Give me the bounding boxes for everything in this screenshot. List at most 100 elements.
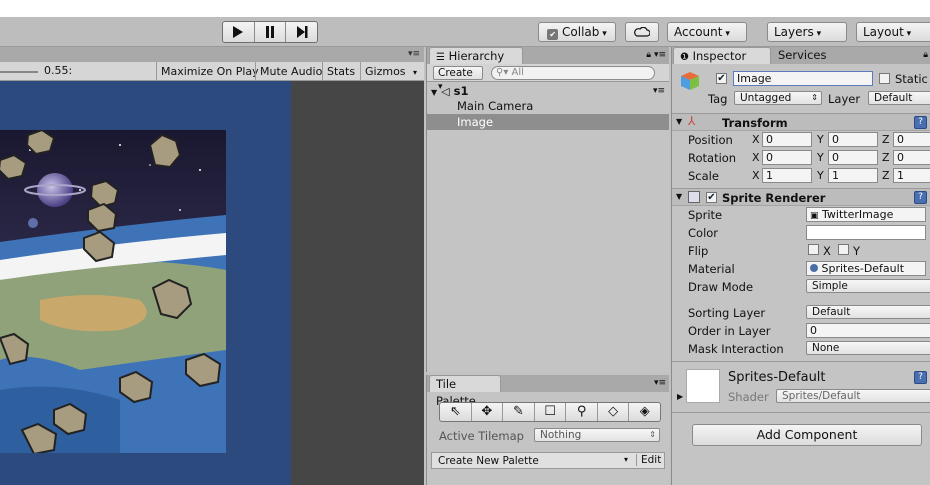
move-tool-icon[interactable]: ✥: [472, 403, 504, 421]
edit-button[interactable]: Edit: [636, 454, 661, 466]
scale-x-field[interactable]: 1: [762, 168, 812, 183]
mask-interaction-dropdown[interactable]: None: [806, 341, 930, 355]
tab-inspector[interactable]: ❶ Inspector: [673, 47, 771, 64]
object-name-input[interactable]: Image: [733, 71, 873, 86]
hierarchy-item-main-camera[interactable]: Main Camera: [427, 98, 669, 114]
scene-row[interactable]: ▼ ◁ s1 ▾≡: [427, 83, 669, 99]
fill-tool-icon[interactable]: ◈: [629, 403, 660, 421]
add-component-button[interactable]: Add Component: [692, 424, 922, 446]
check-cloud-icon: ✔: [547, 29, 559, 40]
panel-menu-icon[interactable]: ▾≡: [654, 50, 666, 60]
tag-dropdown[interactable]: Untagged ⇕: [734, 91, 822, 105]
cloud-button[interactable]: [625, 22, 659, 42]
hierarchy-panel: ☰ Hierarchy 🔒︎ ▾≡ Create ⚲▾ All ▼ ◁ s1 ▾…: [426, 47, 669, 372]
order-in-layer-field[interactable]: 0: [806, 323, 930, 338]
mask-interaction-label: Mask Interaction: [688, 342, 784, 356]
layers-dropdown[interactable]: Layers: [767, 22, 847, 42]
position-z-field[interactable]: 0: [893, 132, 930, 147]
stepper-icon: ⇕: [649, 430, 656, 439]
sorting-layer-label: Sorting Layer: [688, 306, 766, 320]
material-label: Material: [688, 262, 735, 276]
expand-arrow-icon[interactable]: ▼: [431, 88, 437, 97]
position-y-field[interactable]: 0: [828, 132, 878, 147]
collab-label: Collab: [562, 25, 607, 39]
sprite-renderer-enabled-checkbox[interactable]: [706, 192, 717, 203]
help-icon[interactable]: ?: [914, 116, 927, 129]
stats-toggle[interactable]: Stats: [322, 62, 359, 81]
lock-icon[interactable]: 🔒︎: [646, 50, 651, 60]
material-preview-swatch: [686, 369, 720, 403]
scale-slider[interactable]: [0, 71, 38, 73]
palette-dropdown-icon[interactable]: ▾: [624, 455, 628, 464]
rotation-x-field[interactable]: 0: [762, 150, 812, 165]
transform-header[interactable]: ▼ ⅄ Transform ?: [672, 113, 930, 131]
rotation-z-field[interactable]: 0: [893, 150, 930, 165]
box-fill-tool-icon[interactable]: ☐: [535, 403, 567, 421]
color-swatch[interactable]: [806, 225, 926, 240]
gameobject-cube-icon: [680, 71, 700, 91]
brush-tool-icon[interactable]: ✎: [503, 403, 535, 421]
rotation-x-axis-label: X: [752, 151, 760, 164]
scale-value: 0.55:: [44, 64, 73, 77]
maximize-on-play-toggle[interactable]: Maximize On Play: [156, 62, 263, 81]
active-tilemap-dropdown[interactable]: Nothing ⇕: [534, 428, 660, 442]
collab-button[interactable]: ✔ Collab: [538, 22, 616, 42]
sprite-renderer-icon: [688, 191, 700, 203]
position-label: Position: [688, 133, 733, 147]
tab-hierarchy[interactable]: ☰ Hierarchy: [429, 47, 523, 64]
tab-tile-palette[interactable]: Tile Palette: [429, 375, 501, 408]
flip-y-checkbox[interactable]: [838, 244, 849, 255]
select-tool-icon[interactable]: ⇖: [440, 403, 472, 421]
tile-palette-panel: Tile Palette ▾≡ ⇖ ✥ ✎ ☐ ⚲ ◇ ◈ Active Til…: [426, 375, 669, 485]
expand-arrow-icon[interactable]: ▼: [676, 192, 682, 201]
static-label: Static: [895, 72, 928, 86]
rotation-y-field[interactable]: 0: [828, 150, 878, 165]
create-dropdown[interactable]: Create: [433, 66, 483, 92]
layer-dropdown[interactable]: Default: [868, 91, 930, 105]
layout-dropdown[interactable]: Layout: [856, 22, 930, 42]
sorting-layer-dropdown[interactable]: Default: [806, 305, 930, 319]
help-icon[interactable]: ?: [914, 371, 927, 384]
help-icon[interactable]: ?: [914, 191, 927, 204]
picker-tool-icon[interactable]: ⚲: [566, 403, 598, 421]
gizmos-toggle[interactable]: Gizmos ▾: [360, 62, 421, 81]
lock-icon[interactable]: 🔒︎: [923, 50, 928, 60]
expand-arrow-icon[interactable]: ▼: [676, 117, 682, 126]
material-object-field[interactable]: Sprites-Default: [806, 261, 926, 276]
step-button[interactable]: [286, 22, 317, 42]
create-new-palette-dropdown[interactable]: Create New Palette: [438, 455, 539, 467]
hierarchy-search-input[interactable]: ⚲▾ All: [491, 66, 655, 80]
sprite-object-field[interactable]: ▣ TwitterImage: [806, 207, 926, 222]
play-button[interactable]: [223, 22, 255, 42]
material-expand-arrow-icon[interactable]: ▶: [677, 392, 683, 401]
position-x-axis-label: X: [752, 133, 760, 146]
scale-z-field[interactable]: 1: [893, 168, 930, 183]
shader-dropdown[interactable]: Sprites/Default: [776, 389, 930, 403]
material-value: Sprites-Default: [821, 262, 905, 275]
panel-menu-icon[interactable]: ▾≡: [408, 49, 420, 59]
material-name: Sprites-Default: [728, 370, 826, 385]
search-icon: ⚲▾: [496, 67, 509, 78]
active-checkbox[interactable]: [716, 73, 727, 84]
hierarchy-item-image[interactable]: Image: [427, 114, 669, 130]
eraser-tool-icon[interactable]: ◇: [598, 403, 630, 421]
account-dropdown[interactable]: Account: [667, 22, 747, 42]
sprite-value: TwitterImage: [822, 208, 894, 221]
scale-y-field[interactable]: 1: [828, 168, 878, 183]
rotation-y-axis-label: Y: [817, 151, 824, 164]
position-y-axis-label: Y: [817, 133, 824, 146]
position-x-field[interactable]: 0: [762, 132, 812, 147]
scene-menu-icon[interactable]: ▾≡: [653, 83, 665, 99]
gizmos-dropdown-icon[interactable]: ▾: [413, 68, 417, 77]
game-tab-strip: ▾≡: [0, 47, 424, 62]
tab-services[interactable]: Services: [772, 47, 833, 64]
static-checkbox[interactable]: [879, 73, 890, 84]
info-icon: ❶: [680, 52, 689, 63]
pause-button[interactable]: [255, 22, 287, 42]
flip-x-checkbox[interactable]: [808, 244, 819, 255]
draw-mode-dropdown[interactable]: Simple: [806, 279, 930, 293]
tag-value: Untagged: [740, 92, 792, 104]
mute-audio-toggle[interactable]: Mute Audio: [255, 62, 326, 81]
sprite-renderer-header[interactable]: ▼ Sprite Renderer ?: [672, 188, 930, 206]
panel-menu-icon[interactable]: ▾≡: [654, 378, 666, 388]
